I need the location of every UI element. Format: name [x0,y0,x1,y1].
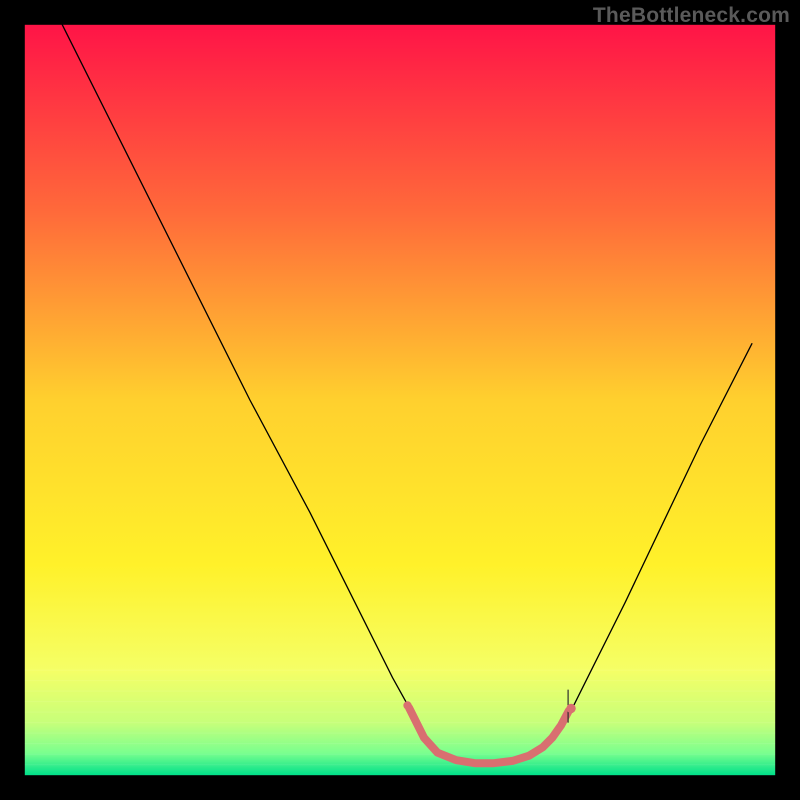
highlight-endpoint [403,701,411,709]
chart-canvas [0,0,800,800]
highlight-endpoint [566,704,575,713]
watermark-text: TheBottleneck.com [593,4,790,28]
chart-container: TheBottleneck.com [0,0,800,800]
